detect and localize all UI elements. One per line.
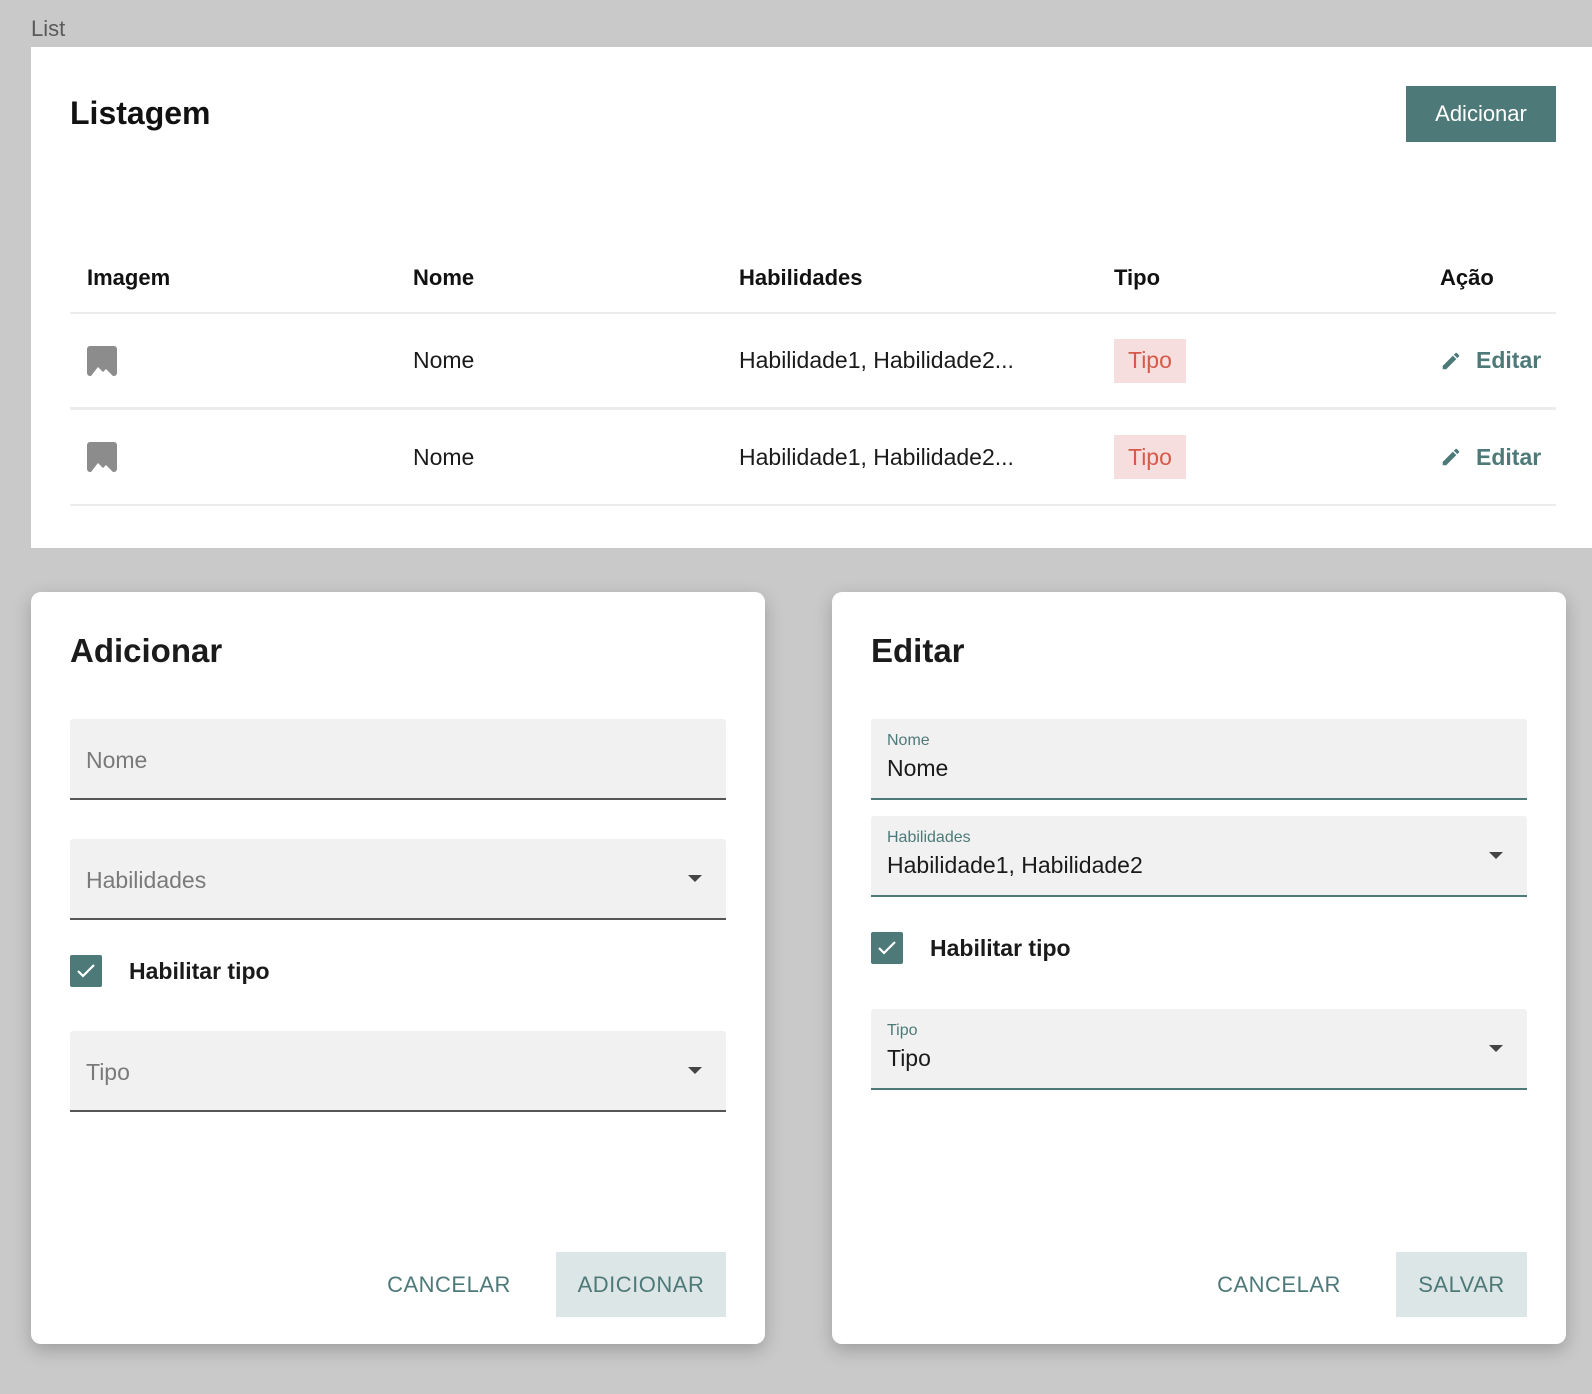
image-icon [87, 442, 117, 472]
chevron-down-icon [1489, 1045, 1503, 1052]
nome-field-label: Nome [887, 732, 930, 749]
habilidades-select[interactable]: Habilidades [70, 839, 726, 920]
tipo-badge: Tipo [1114, 338, 1186, 383]
page-title: Listagem [70, 95, 211, 131]
edit-link[interactable]: Editar [1440, 444, 1541, 471]
habilidades-field-label: Habilidades [887, 829, 971, 846]
tipo-field-label: Tipo [887, 1022, 918, 1039]
pencil-icon [1442, 448, 1460, 466]
chevron-down-icon [1489, 852, 1503, 859]
cell-nome: Nome [413, 443, 475, 470]
habilidades-select[interactable]: Habilidades Habilidade1, Habilidade2 [871, 816, 1527, 897]
nome-placeholder: Nome [86, 747, 148, 773]
habilitar-tipo-label: Habilitar tipo [930, 934, 1071, 961]
table-row: Nome Habilidade1, Habilidade2... Tipo Ed… [70, 314, 1556, 410]
habilitar-tipo-row: Habilitar tipo [871, 932, 1071, 964]
nome-input[interactable]: Nome [70, 719, 726, 800]
chevron-down-icon [688, 1067, 702, 1074]
add-dialog: Adicionar Nome Habilidades Habilitar tip… [31, 592, 765, 1344]
cell-habilidades: Habilidade1, Habilidade2... [739, 443, 1014, 470]
column-header-nome: Nome [413, 264, 475, 290]
column-header-acao: Ação [1440, 264, 1494, 290]
habilidades-placeholder: Habilidades [86, 867, 207, 893]
edit-dialog: Editar Nome Nome Habilidades Habilidade1… [832, 592, 1566, 1344]
adicionar-button[interactable]: ADICIONAR [556, 1252, 726, 1317]
cancel-button[interactable]: CANCELAR [1214, 1252, 1344, 1317]
frame-label: List [31, 16, 66, 41]
pencil-icon [1442, 352, 1460, 369]
edit-link[interactable]: Editar [1440, 347, 1541, 374]
image-icon [87, 345, 117, 376]
edit-dialog-title: Editar [871, 632, 965, 669]
table-header: Imagem Nome Habilidades Tipo Ação [70, 243, 1556, 314]
cell-nome: Nome [413, 347, 475, 373]
column-header-tipo: Tipo [1114, 264, 1161, 290]
column-header-habilidades: Habilidades [739, 264, 863, 290]
edit-link-label: Editar [1476, 443, 1542, 470]
items-table: Imagem Nome Habilidades Tipo Ação Nome H… [70, 243, 1556, 506]
cell-habilidades: Habilidade1, Habilidade2... [739, 347, 1014, 373]
check-icon [878, 941, 896, 955]
cancel-button[interactable]: CANCELAR [384, 1252, 514, 1317]
habilitar-tipo-row: Habilitar tipo [70, 955, 270, 987]
column-header-imagem: Imagem [87, 264, 171, 290]
edit-link-label: Editar [1476, 347, 1542, 373]
chevron-down-icon [688, 875, 702, 882]
salvar-button[interactable]: SALVAR [1396, 1252, 1527, 1317]
habilitar-tipo-checkbox[interactable] [871, 932, 903, 964]
habilitar-tipo-checkbox[interactable] [70, 955, 102, 987]
check-icon [77, 964, 95, 978]
add-button[interactable]: Adicionar [1406, 86, 1556, 142]
add-dialog-title: Adicionar [70, 632, 223, 669]
tipo-field-value: Tipo [887, 1045, 931, 1071]
tipo-select[interactable]: Tipo [70, 1031, 726, 1112]
tipo-placeholder: Tipo [86, 1059, 130, 1085]
nome-field[interactable]: Nome Nome [871, 719, 1527, 800]
table-row: Nome Habilidade1, Habilidade2... Tipo Ed… [70, 410, 1556, 506]
habilitar-tipo-label: Habilitar tipo [129, 957, 270, 984]
nome-field-value: Nome [887, 755, 949, 781]
list-panel: Listagem Adicionar Imagem Nome Habilidad… [31, 47, 1592, 548]
tipo-select[interactable]: Tipo Tipo [871, 1009, 1527, 1090]
habilidades-field-value: Habilidade1, Habilidade2 [887, 852, 1143, 878]
tipo-badge: Tipo [1114, 435, 1186, 479]
